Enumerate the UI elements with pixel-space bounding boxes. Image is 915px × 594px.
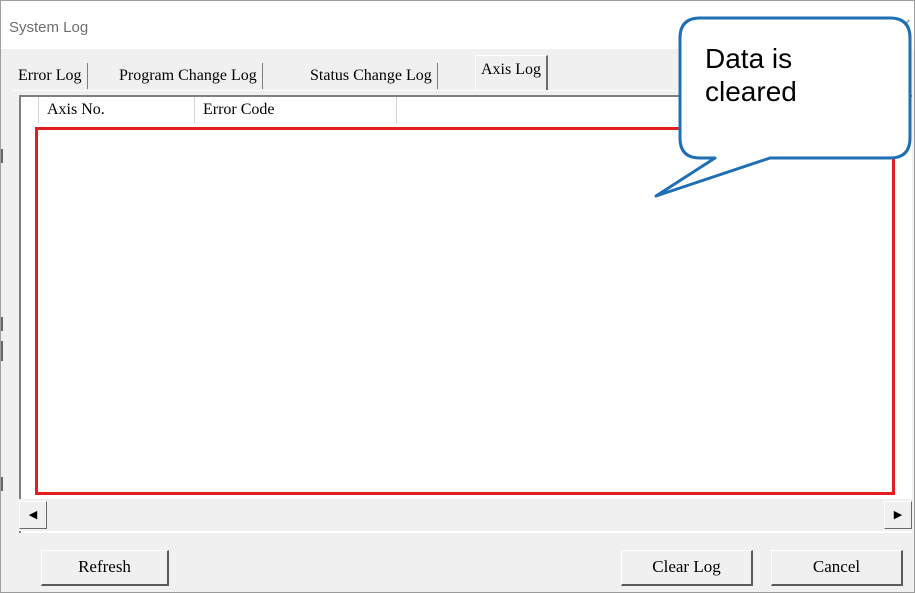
scroll-right-arrow-icon: ▶ bbox=[893, 508, 903, 521]
header-spacer bbox=[21, 97, 39, 123]
title-bar: System Log ✕ bbox=[1, 1, 914, 49]
cancel-button[interactable]: Cancel bbox=[771, 550, 903, 586]
tab-program-change-log[interactable]: Program Change Log bbox=[114, 63, 263, 89]
scroll-left-arrow-icon: ◀ bbox=[28, 508, 38, 521]
scroll-left-button[interactable]: ◀ bbox=[19, 501, 47, 529]
close-icon[interactable]: ✕ bbox=[899, 15, 912, 34]
system-log-dialog: System Log ✕ Error Log Program Change Lo… bbox=[0, 0, 915, 593]
tab-axis-log[interactable]: Axis Log bbox=[475, 55, 548, 90]
tab-panel-edge bbox=[13, 90, 912, 91]
horizontal-scrollbar[interactable]: ◀ ▶ bbox=[19, 499, 912, 531]
clear-log-button[interactable]: Clear Log bbox=[621, 550, 753, 586]
column-header-error-code[interactable]: Error Code bbox=[195, 97, 397, 123]
scroll-right-button[interactable]: ▶ bbox=[884, 501, 912, 529]
window-left-edge bbox=[1, 1, 4, 594]
cleared-data-highlight bbox=[35, 127, 895, 495]
list-header: Axis No. Error Code bbox=[21, 97, 912, 123]
axis-log-list[interactable]: Axis No. Error Code bbox=[19, 95, 912, 533]
refresh-button[interactable]: Refresh bbox=[41, 550, 169, 586]
tab-error-log[interactable]: Error Log bbox=[13, 63, 88, 89]
tab-status-change-log[interactable]: Status Change Log bbox=[305, 63, 438, 89]
window-title: System Log bbox=[9, 19, 89, 36]
column-header-axis-no[interactable]: Axis No. bbox=[39, 97, 195, 123]
